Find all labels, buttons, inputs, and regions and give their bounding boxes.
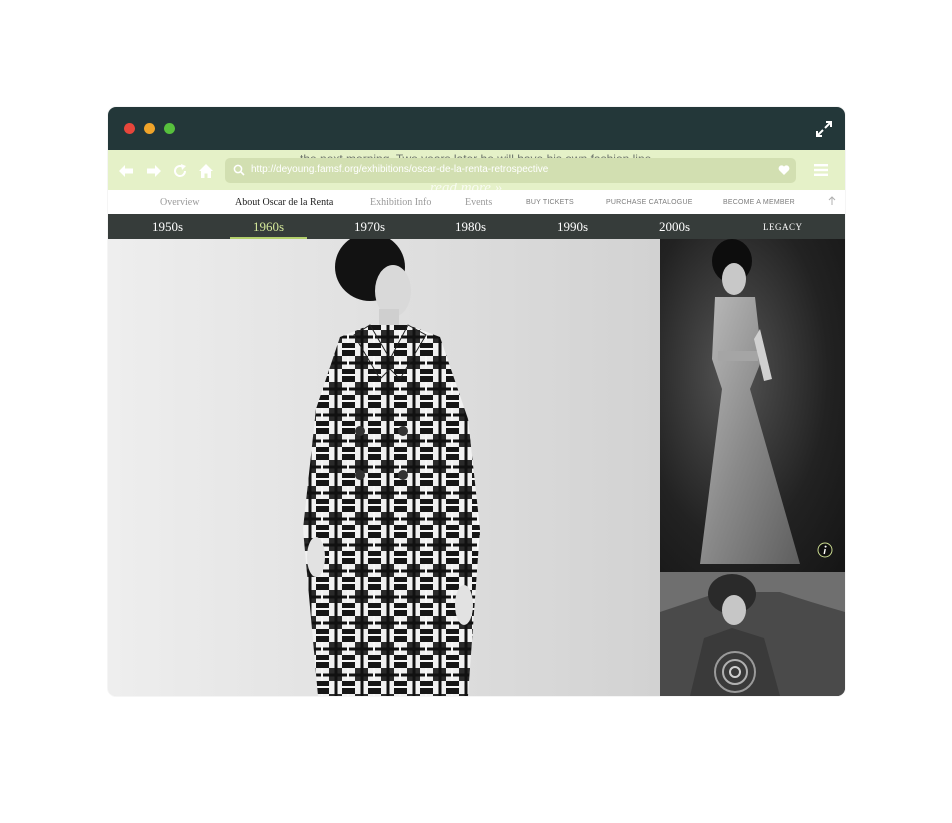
subnav-purchase-catalogue[interactable]: PURCHASE CATALOGUE [606, 199, 693, 206]
close-dot[interactable] [124, 123, 135, 134]
title-bar [108, 107, 845, 150]
search-icon [233, 164, 245, 176]
subnav-events[interactable]: Events [465, 197, 492, 208]
home-icon[interactable] [198, 163, 214, 179]
reload-icon[interactable] [172, 163, 188, 179]
tab-1970s[interactable]: 1970s [354, 219, 385, 235]
fullscreen-icon[interactable] [815, 120, 833, 138]
info-icon[interactable] [817, 542, 833, 558]
tab-1980s[interactable]: 1980s [455, 219, 486, 235]
gown-illustration [700, 239, 800, 564]
photo-silk-gown[interactable] [660, 239, 845, 572]
coat-illustration [108, 239, 660, 696]
subnav-about[interactable]: About Oscar de la Renta [235, 197, 333, 208]
photo-embellished-jacket[interactable] [660, 572, 845, 696]
menu-icon[interactable] [813, 162, 829, 178]
scroll-top-icon[interactable] [827, 196, 837, 206]
decade-tabs: 1950s 1960s 1970s 1980s 1990s 2000s LEGA… [108, 214, 845, 239]
tab-2000s[interactable]: 2000s [659, 219, 690, 235]
exhibition-subnav: Overview About Oscar de la Renta Exhibit… [108, 190, 845, 214]
address-bar[interactable]: http://deyoung.famsf.org/exhibitions/osc… [225, 158, 796, 183]
zoom-dot[interactable] [164, 123, 175, 134]
tab-1950s[interactable]: 1950s [152, 219, 183, 235]
heart-icon[interactable] [778, 164, 790, 176]
minimize-dot[interactable] [144, 123, 155, 134]
tab-1990s[interactable]: 1990s [557, 219, 588, 235]
subnav-become-member[interactable]: BECOME A MEMBER [723, 199, 795, 206]
back-icon[interactable] [118, 163, 134, 179]
subnav-overview[interactable]: Overview [160, 197, 199, 208]
photo-houndstooth-coat[interactable] [108, 239, 660, 696]
browser-window: the next morning. Two years later he wil… [108, 107, 845, 696]
subnav-buy-tickets[interactable]: BUY TICKETS [526, 199, 574, 206]
forward-icon[interactable] [146, 163, 162, 179]
browser-toolbar: the next morning. Two years later he wil… [108, 150, 845, 190]
url-text[interactable]: http://deyoung.famsf.org/exhibitions/osc… [251, 164, 548, 175]
tab-legacy[interactable]: LEGACY [763, 222, 803, 232]
tab-1960s[interactable]: 1960s [253, 219, 284, 235]
jacket-illustration [660, 572, 845, 696]
subnav-exhibition-info[interactable]: Exhibition Info [370, 197, 431, 208]
